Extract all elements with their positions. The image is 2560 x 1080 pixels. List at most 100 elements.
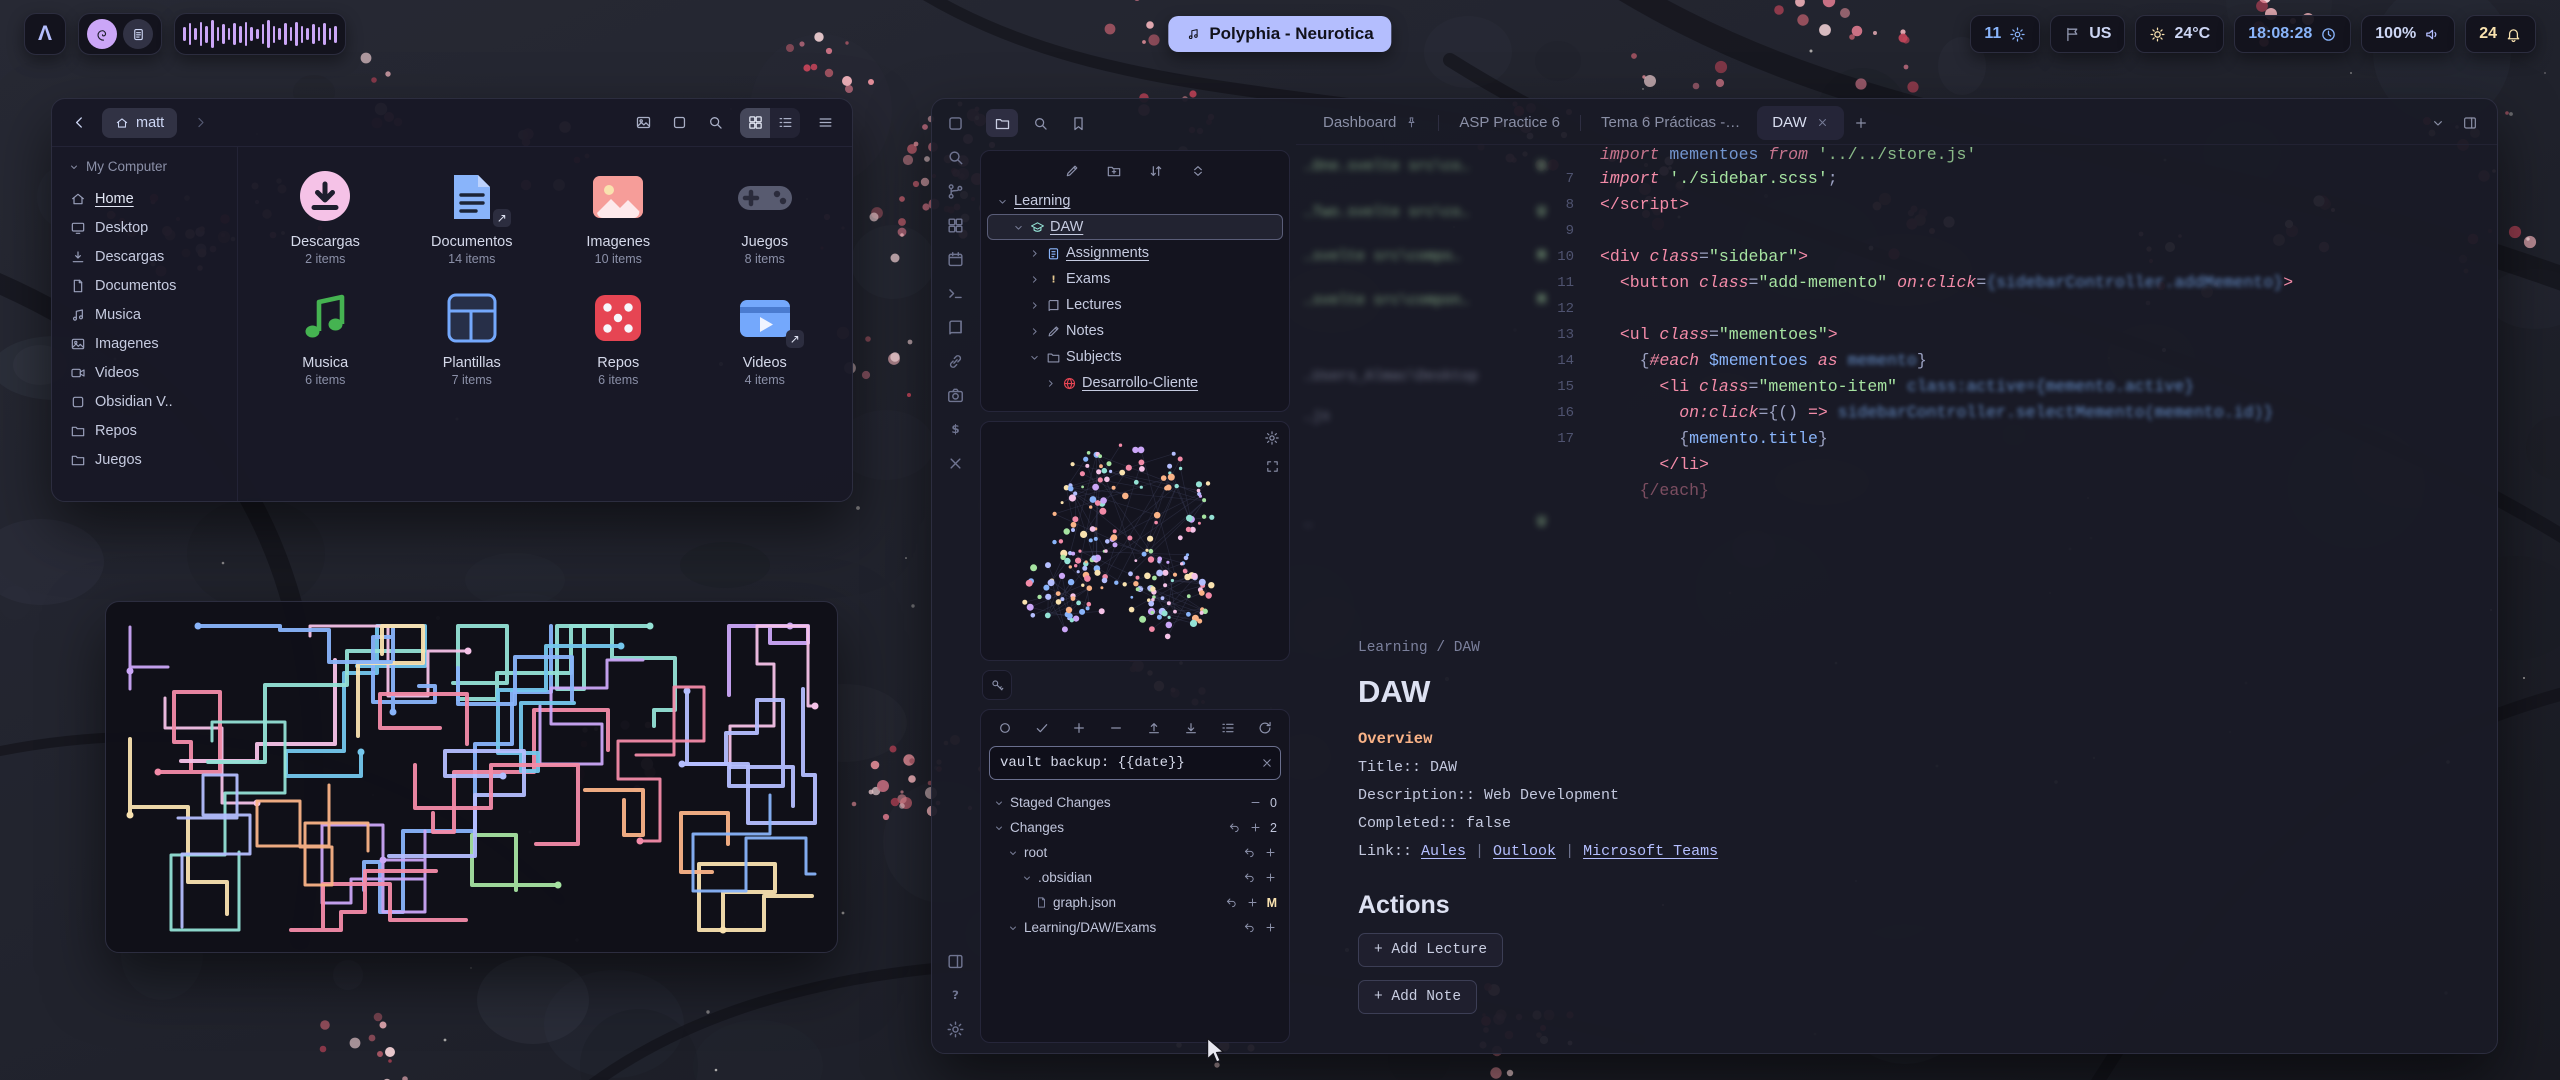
clear-input-button[interactable] — [1260, 756, 1274, 770]
menu-button[interactable] — [810, 108, 840, 138]
action-button-add-note[interactable]: + Add Note — [1358, 980, 1477, 1014]
sidebar-item-documentos[interactable]: Documentos — [60, 271, 229, 300]
git-row-graph-json[interactable]: graph.jsonM — [989, 890, 1281, 915]
sidebar-item-juegos[interactable]: Juegos — [60, 445, 229, 474]
sidebar-tab-bookmarks[interactable] — [1062, 109, 1094, 137]
ribbon-gear-button[interactable] — [940, 1017, 970, 1041]
status-weather[interactable]: 24°C — [2135, 15, 2224, 53]
git-undo-button[interactable] — [1243, 921, 1256, 934]
git-plus-button[interactable] — [1264, 846, 1277, 859]
link-outlook[interactable]: Outlook — [1493, 843, 1556, 860]
tree-item-learning[interactable]: Learning — [987, 188, 1283, 214]
git-refresh-button[interactable] — [1257, 720, 1273, 736]
ribbon-terminal-button[interactable] — [940, 281, 970, 305]
workspace-1-button[interactable] — [87, 19, 117, 49]
folder-tile-videos[interactable]: ↗Videos4 items — [694, 280, 837, 393]
close-tab-button[interactable] — [1816, 116, 1829, 129]
media-widget[interactable]: Polyphia - Neurotica — [1168, 16, 1391, 52]
sidebar-item-videos[interactable]: Videos — [60, 358, 229, 387]
tab-daw[interactable]: DAW — [1757, 106, 1843, 140]
sidebar-tab-search[interactable] — [1024, 109, 1056, 137]
sidebar-section-header[interactable]: My Computer — [60, 157, 229, 184]
tree-item-lectures[interactable]: Lectures — [987, 292, 1283, 318]
link-aules[interactable]: Aules — [1421, 843, 1466, 860]
status-keyboard-layout[interactable]: US — [2050, 15, 2125, 53]
tab-dashboard[interactable]: Dashboard — [1308, 106, 1433, 140]
ribbon-grid-button[interactable] — [940, 213, 970, 237]
new-tab-button[interactable] — [664, 108, 694, 138]
launcher-button[interactable]: Λ — [24, 13, 66, 55]
link-microsoft-teams[interactable]: Microsoft Teams — [1583, 843, 1718, 860]
sidebar-item-descargas[interactable]: Descargas — [60, 242, 229, 271]
sort-order-button[interactable] — [1148, 163, 1164, 179]
collapse-all-button[interactable] — [1190, 163, 1206, 179]
thumbnails-button[interactable] — [628, 108, 658, 138]
sidebar-item-desktop[interactable]: Desktop — [60, 213, 229, 242]
tree-item-assignments[interactable]: Assignments — [987, 240, 1283, 266]
git-undo-button[interactable] — [1225, 896, 1238, 909]
breadcrumb[interactable]: matt — [102, 108, 177, 138]
folder-tile-plantillas[interactable]: Plantillas7 items — [401, 280, 544, 393]
tab-tema-6-pr-cticas[interactable]: Tema 6 Prácticas -… — [1586, 106, 1755, 140]
new-tab-button[interactable] — [1846, 108, 1876, 138]
ribbon-link-button[interactable] — [940, 349, 970, 373]
sidebar-item-repos[interactable]: Repos — [60, 416, 229, 445]
folder-tile-musica[interactable]: Musica6 items — [254, 280, 397, 393]
status-updates[interactable]: 11 — [1970, 15, 2040, 53]
git-row-staged-changes[interactable]: Staged Changes0 — [989, 790, 1281, 815]
folder-tile-imagenes[interactable]: Imagenes10 items — [547, 159, 690, 272]
git-stage-all-button[interactable] — [1071, 720, 1087, 736]
graph-view[interactable] — [981, 422, 1287, 660]
git-plus-button[interactable] — [1264, 921, 1277, 934]
tab-asp-practice-6[interactable]: ASP Practice 6 — [1444, 106, 1575, 140]
git-commit-button[interactable] — [997, 720, 1013, 736]
graph-fit-button[interactable] — [1264, 458, 1280, 474]
git-pull-button[interactable] — [1183, 720, 1199, 736]
forward-button[interactable] — [185, 108, 215, 138]
git-push-button[interactable] — [1146, 720, 1162, 736]
folder-tile-documentos[interactable]: ↗Documentos14 items — [401, 159, 544, 272]
ribbon-camera-button[interactable] — [940, 383, 970, 407]
git-commit-message-input[interactable] — [989, 746, 1281, 780]
key-button[interactable] — [982, 670, 1012, 700]
tree-item-exams[interactable]: !Exams — [987, 266, 1283, 292]
ribbon-gitbranch-button[interactable] — [940, 179, 970, 203]
note-breadcrumb[interactable]: Learning / DAW — [1358, 640, 2138, 656]
list-view-button[interactable] — [770, 108, 800, 138]
ribbon-calendar-button[interactable] — [940, 247, 970, 271]
action-button-add-lecture[interactable]: + Add Lecture — [1358, 933, 1503, 967]
sidebar-item-musica[interactable]: Musica — [60, 300, 229, 329]
new-note-button[interactable] — [1064, 163, 1080, 179]
git-backup-button[interactable] — [1034, 720, 1050, 736]
folder-tile-juegos[interactable]: Juegos8 items — [694, 159, 837, 272]
file-manager-titlebar[interactable]: matt — [52, 99, 852, 147]
tree-item-daw[interactable]: DAW — [987, 214, 1283, 240]
workspace-switcher[interactable] — [78, 13, 162, 55]
status-notifications[interactable]: 24 — [2465, 15, 2536, 53]
tree-item-subjects[interactable]: Subjects — [987, 344, 1283, 370]
folder-tile-descargas[interactable]: Descargas2 items — [254, 159, 397, 272]
git-plus-button[interactable] — [1249, 821, 1262, 834]
git-plus-button[interactable] — [1264, 871, 1277, 884]
search-button[interactable] — [700, 108, 730, 138]
toggle-right-sidebar-button[interactable] — [2455, 108, 2485, 138]
git-minus-button[interactable] — [1249, 796, 1262, 809]
git-change-list-button[interactable] — [1220, 720, 1236, 736]
grid-view-button[interactable] — [740, 108, 770, 138]
git-row-changes[interactable]: Changes2 — [989, 815, 1281, 840]
git-undo-button[interactable] — [1243, 846, 1256, 859]
git-plus-button[interactable] — [1246, 896, 1259, 909]
tab-list-button[interactable] — [2423, 108, 2453, 138]
ribbon-dollar-button[interactable]: $ — [940, 417, 970, 441]
editor[interactable]: …One.svelte src\co…U…Two.svelte src\co…U… — [1296, 145, 2497, 1053]
status-clock[interactable]: 18:08:28 — [2234, 15, 2351, 53]
git-undo-button[interactable] — [1228, 821, 1241, 834]
ribbon-question-button[interactable]: ? — [940, 983, 970, 1007]
ribbon-box-button[interactable] — [940, 111, 970, 135]
tree-item-notes[interactable]: Notes — [987, 318, 1283, 344]
status-volume[interactable]: 100% — [2361, 15, 2455, 53]
git-row-root[interactable]: root — [989, 840, 1281, 865]
sidebar-tab-file-explorer[interactable] — [986, 109, 1018, 137]
sidebar-item-obsidian-v[interactable]: Obsidian V.. — [60, 387, 229, 416]
graph-settings-button[interactable] — [1264, 430, 1280, 446]
